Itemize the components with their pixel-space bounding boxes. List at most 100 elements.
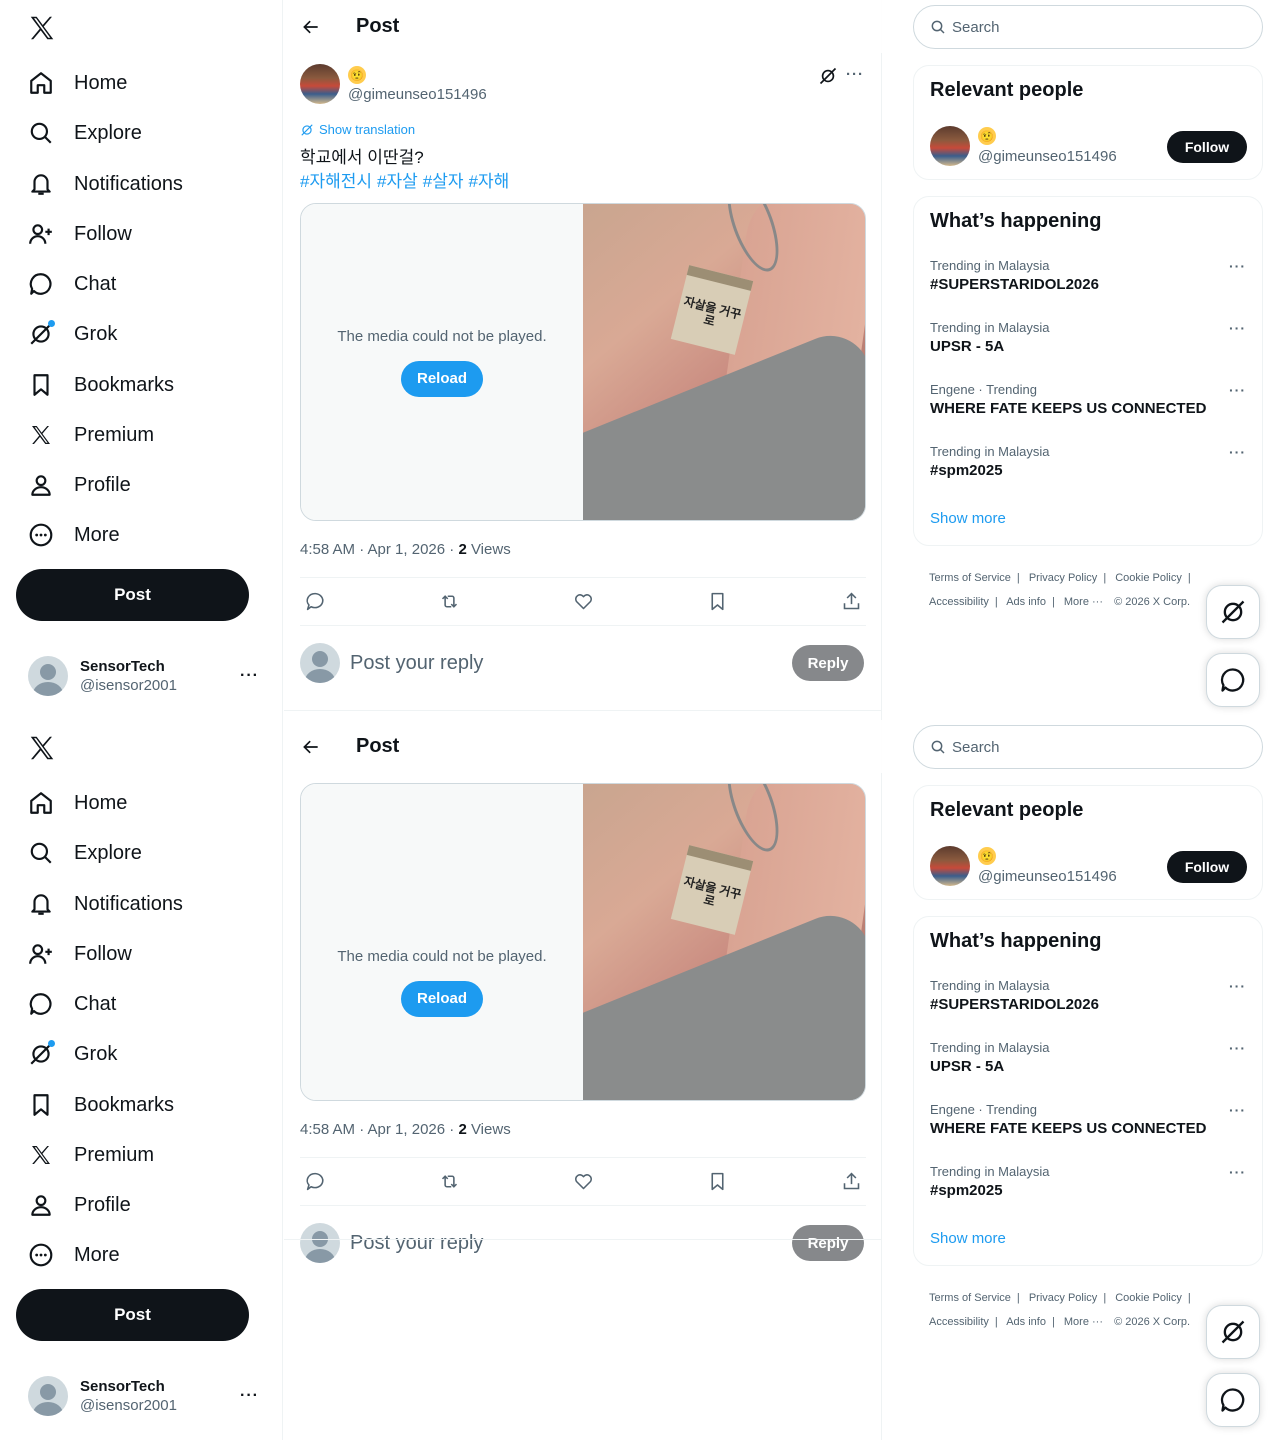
more-dots-icon[interactable]: ··· (240, 1387, 259, 1405)
person-avatar[interactable] (930, 126, 970, 166)
privacy-link[interactable]: Privacy Policy (1029, 1292, 1097, 1304)
accessibility-link[interactable]: Accessibility (929, 1316, 989, 1328)
follow-button[interactable]: Follow (1167, 851, 1247, 883)
hashtag-link[interactable]: #살자 (423, 170, 464, 194)
nav-bookmarks[interactable]: Bookmarks (16, 363, 186, 407)
person-display-name[interactable]: 🤨 (978, 847, 996, 865)
account-switcher[interactable]: SensorTech @isensor2001 ··· (16, 1366, 271, 1426)
more-dots-icon[interactable]: ··· (240, 667, 259, 685)
grok-icon[interactable] (818, 66, 838, 86)
nav-home[interactable]: Home (16, 781, 139, 825)
trend-item[interactable]: Trending in Malaysia UPSR - 5A ··· (914, 1040, 1262, 1102)
x-logo-icon[interactable] (27, 13, 57, 43)
account-switcher[interactable]: SensorTech @isensor2001 ··· (16, 646, 271, 706)
show-translation-link[interactable]: Show translation (300, 122, 415, 137)
messages-fab-button[interactable] (1206, 653, 1260, 707)
follow-button[interactable]: Follow (1167, 131, 1247, 163)
terms-link[interactable]: Terms of Service (929, 572, 1011, 584)
reply-button[interactable]: Reply (792, 1225, 864, 1261)
terms-link[interactable]: Terms of Service (929, 1292, 1011, 1304)
trend-item[interactable]: Trending in Malaysia #spm2025 ··· (914, 1164, 1262, 1226)
person-handle[interactable]: @gimeunseo151496 (978, 148, 1117, 165)
ads-info-link[interactable]: Ads info (1006, 596, 1046, 608)
author-avatar[interactable] (300, 64, 340, 104)
nav-more[interactable]: More (16, 513, 132, 557)
nav-grok[interactable]: Grok (16, 1032, 129, 1076)
share-icon[interactable] (840, 1171, 862, 1193)
grok-fab-button[interactable] (1206, 1305, 1260, 1359)
cookie-link[interactable]: Cookie Policy (1115, 1292, 1182, 1304)
more-dots-icon[interactable]: ··· (1229, 258, 1246, 274)
post-button[interactable]: Post (16, 1289, 249, 1341)
nav-notifications[interactable]: Notifications (16, 162, 195, 206)
reply-icon[interactable] (304, 591, 326, 613)
hashtag-link[interactable]: #자해전시 (300, 170, 372, 194)
share-icon[interactable] (840, 591, 862, 613)
timestamp-text[interactable]: 4:58 AM · Apr 1, 2026 · (300, 541, 458, 558)
show-more-link[interactable]: Show more (930, 1230, 1006, 1247)
more-dots-icon[interactable]: ··· (1229, 1040, 1246, 1056)
reply-input[interactable]: Post your reply (350, 652, 792, 675)
person-avatar[interactable] (930, 846, 970, 886)
reply-input[interactable]: Post your reply (350, 1232, 792, 1255)
repost-icon[interactable] (438, 1171, 460, 1193)
person-display-name[interactable]: 🤨 (978, 127, 996, 145)
media-photo[interactable]: 자살을 거꾸로 (583, 784, 865, 1100)
search-input[interactable]: Search (913, 725, 1263, 769)
back-arrow-icon[interactable] (298, 14, 324, 40)
privacy-link[interactable]: Privacy Policy (1029, 572, 1097, 584)
nav-bookmarks[interactable]: Bookmarks (16, 1083, 186, 1127)
show-more-link[interactable]: Show more (930, 510, 1006, 527)
reply-button[interactable]: Reply (792, 645, 864, 681)
trend-item[interactable]: Engene · Trending WHERE FATE KEEPS US CO… (914, 382, 1262, 444)
nav-premium[interactable]: Premium (16, 1133, 166, 1177)
nav-chat[interactable]: Chat (16, 982, 128, 1026)
nav-more[interactable]: More (16, 1233, 132, 1277)
hashtag-link[interactable]: #자해 (469, 170, 510, 194)
more-dots-icon[interactable]: ··· (1229, 1164, 1246, 1180)
nav-chat[interactable]: Chat (16, 262, 128, 306)
post-button[interactable]: Post (16, 569, 249, 621)
author-display-name[interactable]: 🤨 (348, 66, 366, 84)
cookie-link[interactable]: Cookie Policy (1115, 572, 1182, 584)
grok-fab-button[interactable] (1206, 585, 1260, 639)
trend-item[interactable]: Trending in Malaysia #SUPERSTARIDOL2026 … (914, 978, 1262, 1040)
reply-icon[interactable] (304, 1171, 326, 1193)
nav-follow[interactable]: Follow (16, 212, 144, 256)
more-link[interactable]: More ··· (1064, 596, 1103, 608)
reload-button[interactable]: Reload (400, 360, 483, 397)
person-handle[interactable]: @gimeunseo151496 (978, 868, 1117, 885)
back-arrow-icon[interactable] (298, 734, 324, 760)
more-dots-icon[interactable]: ··· (1229, 382, 1246, 398)
trend-item[interactable]: Trending in Malaysia #SUPERSTARIDOL2026 … (914, 258, 1262, 320)
trend-item[interactable]: Trending in Malaysia #spm2025 ··· (914, 444, 1262, 506)
bookmark-icon[interactable] (706, 591, 728, 613)
search-input[interactable]: Search (913, 5, 1263, 49)
more-dots-icon[interactable]: ··· (1229, 320, 1246, 336)
nav-notifications[interactable]: Notifications (16, 882, 195, 926)
messages-fab-button[interactable] (1206, 1373, 1260, 1427)
nav-home[interactable]: Home (16, 61, 139, 105)
more-dots-icon[interactable]: ··· (1229, 978, 1246, 994)
x-logo-icon[interactable] (27, 733, 57, 763)
bookmark-icon[interactable] (706, 1171, 728, 1193)
more-dots-icon[interactable]: ··· (1229, 1102, 1246, 1118)
nav-grok[interactable]: Grok (16, 312, 129, 356)
nav-explore[interactable]: Explore (16, 831, 154, 875)
repost-icon[interactable] (438, 591, 460, 613)
trend-item[interactable]: Trending in Malaysia UPSR - 5A ··· (914, 320, 1262, 382)
nav-follow[interactable]: Follow (16, 932, 144, 976)
nav-explore[interactable]: Explore (16, 111, 154, 155)
author-handle[interactable]: @gimeunseo151496 (348, 86, 487, 103)
more-link[interactable]: More ··· (1064, 1316, 1103, 1328)
nav-profile[interactable]: Profile (16, 1183, 143, 1227)
ads-info-link[interactable]: Ads info (1006, 1316, 1046, 1328)
like-heart-icon[interactable] (572, 591, 594, 613)
like-heart-icon[interactable] (572, 1171, 594, 1193)
timestamp-text[interactable]: 4:58 AM · Apr 1, 2026 · (300, 1121, 458, 1138)
nav-premium[interactable]: Premium (16, 413, 166, 457)
hashtag-link[interactable]: #자살 (377, 170, 418, 194)
reload-button[interactable]: Reload (400, 980, 483, 1017)
more-dots-icon[interactable]: ··· (1229, 444, 1246, 460)
trend-item[interactable]: Engene · Trending WHERE FATE KEEPS US CO… (914, 1102, 1262, 1164)
